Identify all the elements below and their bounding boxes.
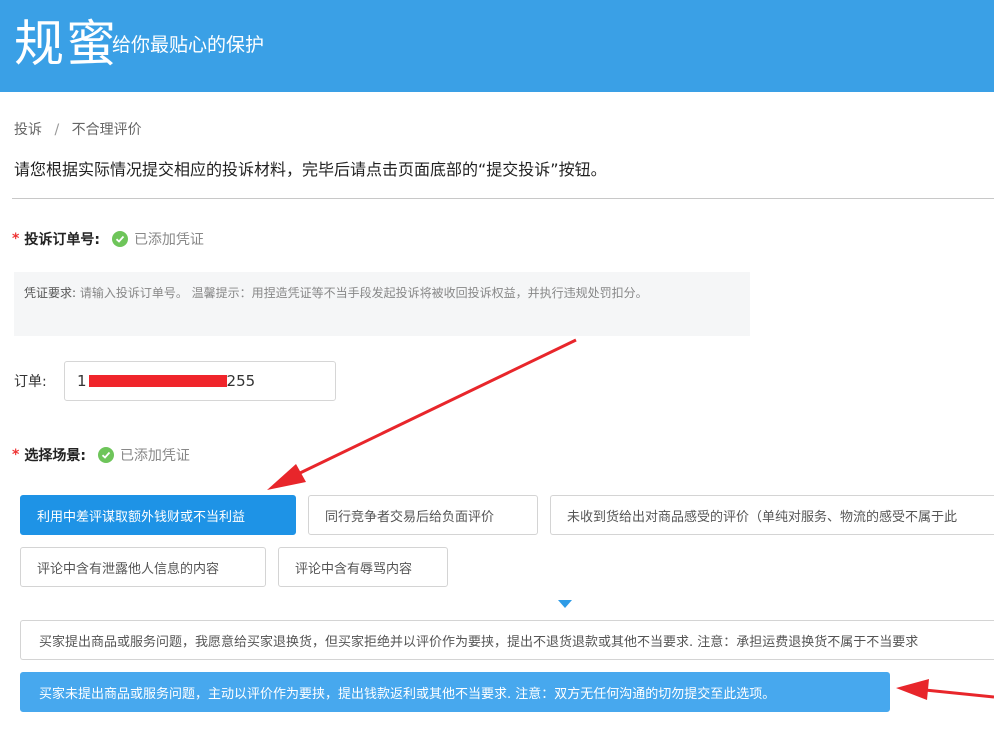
divider [12, 198, 994, 199]
order-number-input[interactable]: 1 255 [64, 361, 336, 401]
scene-option-competitor-negative[interactable]: 同行竞争者交易后给负面评价 [308, 495, 538, 535]
redaction-bar [88, 375, 227, 387]
breadcrumb: 投诉 / 不合理评价 [14, 120, 142, 140]
breadcrumb-item-complaint[interactable]: 投诉 [14, 122, 42, 138]
annotation-arrow-1-shaft [299, 338, 577, 475]
scene-label-text: 选择场景: [24, 448, 86, 464]
order-status-text: 已添加凭证 [133, 232, 204, 248]
order-value-head: 1 [77, 372, 87, 390]
scene-option-abusive-content[interactable]: 评论中含有辱骂内容 [278, 547, 448, 587]
caret-down-icon [558, 600, 572, 608]
notice-text: 请输入投诉订单号。 温馨提示：用捏造凭证等不当手段发起投诉将被收回投诉权益，并执… [76, 286, 648, 300]
breadcrumb-item-unreasonable-review: 不合理评价 [71, 122, 142, 138]
required-asterisk: * [12, 231, 20, 247]
page-instructions: 请您根据实际情况提交相应的投诉材料，完毕后请点击页面底部的“提交投诉”按钮。 [14, 160, 607, 179]
sub-option-refuse-return[interactable]: 买家提出商品或服务问题，我愿意给买家退换货，但买家拒绝并以评价作为要挟，提出不退… [20, 620, 994, 660]
annotation-arrow-2-shaft [924, 688, 994, 699]
order-field-label: * 投诉订单号: 已添加凭证 [12, 227, 204, 251]
scene-status-text: 已添加凭证 [119, 448, 190, 464]
check-circle-icon [111, 231, 128, 247]
breadcrumb-separator: / [54, 122, 60, 138]
header-bar: 规蜜 给你最贴心的保护 [0, 0, 994, 92]
scene-option-extort-benefit[interactable]: 利用中差评谋取额外钱财或不当利益 [20, 495, 296, 535]
annotation-arrow-1-head [267, 464, 306, 490]
scene-option-not-received-review[interactable]: 未收到货给出对商品感受的评价（单纯对服务、物流的感受不属于此 [550, 495, 994, 535]
required-asterisk: * [12, 447, 20, 463]
brand-logo[interactable]: 规蜜 [14, 14, 118, 74]
evidence-requirement-notice: 凭证要求: 请输入投诉订单号。 温馨提示：用捏造凭证等不当手段发起投诉将被收回投… [14, 272, 750, 336]
order-input-label: 订单: [14, 374, 47, 390]
check-circle-icon [97, 447, 114, 463]
complaint-page: 规蜜 给你最贴心的保护 投诉 / 不合理评价 请您根据实际情况提交相应的投诉材料… [0, 0, 994, 730]
sub-option-unprompted-extortion[interactable]: 买家未提出商品或服务问题，主动以评价作为要挟，提出钱款返利或其他不当要求. 注意… [20, 672, 890, 712]
brand-slogan: 给你最贴心的保护 [112, 34, 265, 56]
order-label-text: 投诉订单号: [24, 232, 100, 248]
notice-label: 凭证要求: [24, 286, 77, 300]
order-value-tail: 255 [226, 372, 256, 390]
annotation-arrow-2-head [896, 679, 929, 700]
scene-option-leak-private-info[interactable]: 评论中含有泄露他人信息的内容 [20, 547, 266, 587]
scene-field-label: * 选择场景: 已添加凭证 [12, 443, 190, 467]
